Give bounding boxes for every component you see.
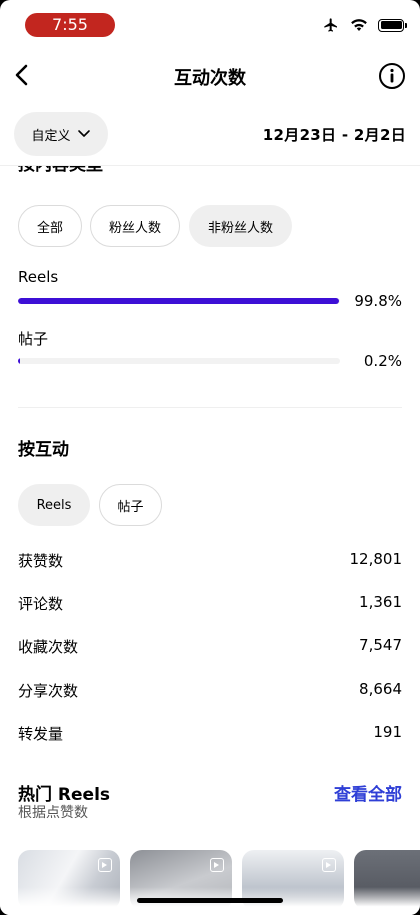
see-all-link[interactable]: 查看全部 [334, 780, 402, 805]
chip-reels-label: Reels [36, 497, 72, 513]
metric-value: 12,801 [349, 550, 403, 568]
chip-all[interactable]: 全部 [18, 205, 82, 247]
metric-row-likes: 获赞数 12,801 [18, 550, 402, 574]
reel-icon [210, 858, 224, 872]
chip-followers[interactable]: 粉丝人数 [90, 205, 180, 247]
chip-posts-label: 帖子 [117, 499, 144, 515]
chip-posts[interactable]: 帖子 [99, 484, 162, 526]
custom-range-dropdown[interactable]: 自定义 [14, 112, 108, 156]
filter-row: 自定义 12月23日 - 2月2日 [0, 102, 420, 166]
posts-type-label: 帖子 [18, 330, 49, 348]
status-bar: 7:55 [0, 0, 420, 50]
metric-value: 8,664 [359, 680, 402, 698]
posts-progress-fill [18, 358, 20, 364]
metric-label: 转发量 [18, 725, 64, 743]
chip-non-followers-label: 非粉丝人数 [207, 220, 273, 236]
metric-row-reposts: 转发量 191 [18, 723, 402, 747]
battery-icon [378, 18, 407, 32]
metric-label: 收藏次数 [18, 638, 79, 656]
reels-progress-bar [18, 298, 340, 304]
reels-percent: 99.8% [354, 292, 402, 310]
chip-all-label: 全部 [36, 220, 63, 236]
chip-non-followers[interactable]: 非粉丝人数 [189, 205, 292, 247]
status-icons [322, 17, 407, 33]
metric-value: 1,361 [359, 593, 402, 611]
reel-icon [322, 858, 336, 872]
metric-row-comments: 评论数 1,361 [18, 593, 402, 617]
date-range: 12月23日 - 2月2日 [262, 126, 406, 144]
wifi-icon [351, 19, 367, 31]
top-reels-subtitle: 根据点赞数 [18, 805, 88, 821]
airplane-icon [324, 18, 337, 32]
metric-label: 获赞数 [18, 552, 64, 570]
metric-label: 评论数 [18, 595, 64, 613]
home-indicator[interactable] [137, 898, 283, 903]
posts-progress-bar [18, 358, 340, 364]
metric-value: 7,547 [359, 636, 402, 654]
nav-bar: 互动次数 [0, 50, 420, 102]
chevron-down-icon [77, 130, 90, 137]
chip-followers-label: 粉丝人数 [108, 220, 161, 236]
custom-range-label: 自定义 [31, 128, 71, 144]
metric-row-saves: 收藏次数 7,547 [18, 636, 402, 660]
screen: 7:55 互动次数 自定义 12月23日 - 2月2日 按内容类型 全部 粉丝人… [0, 0, 420, 915]
status-time: 7:55 [25, 13, 115, 37]
section-divider [18, 407, 402, 408]
page-title: 互动次数 [174, 68, 246, 89]
info-icon[interactable] [378, 62, 406, 90]
chip-reels[interactable]: Reels [18, 484, 90, 526]
metric-value: 191 [373, 723, 402, 741]
reels-type-label: Reels [18, 268, 59, 286]
reels-progress-fill [18, 298, 340, 304]
posts-percent: 0.2% [363, 352, 402, 370]
reel-icon [98, 858, 112, 872]
metric-label: 分享次数 [18, 682, 79, 700]
by-interaction-title: 按互动 [18, 440, 69, 460]
metric-row-shares: 分享次数 8,664 [18, 680, 402, 704]
